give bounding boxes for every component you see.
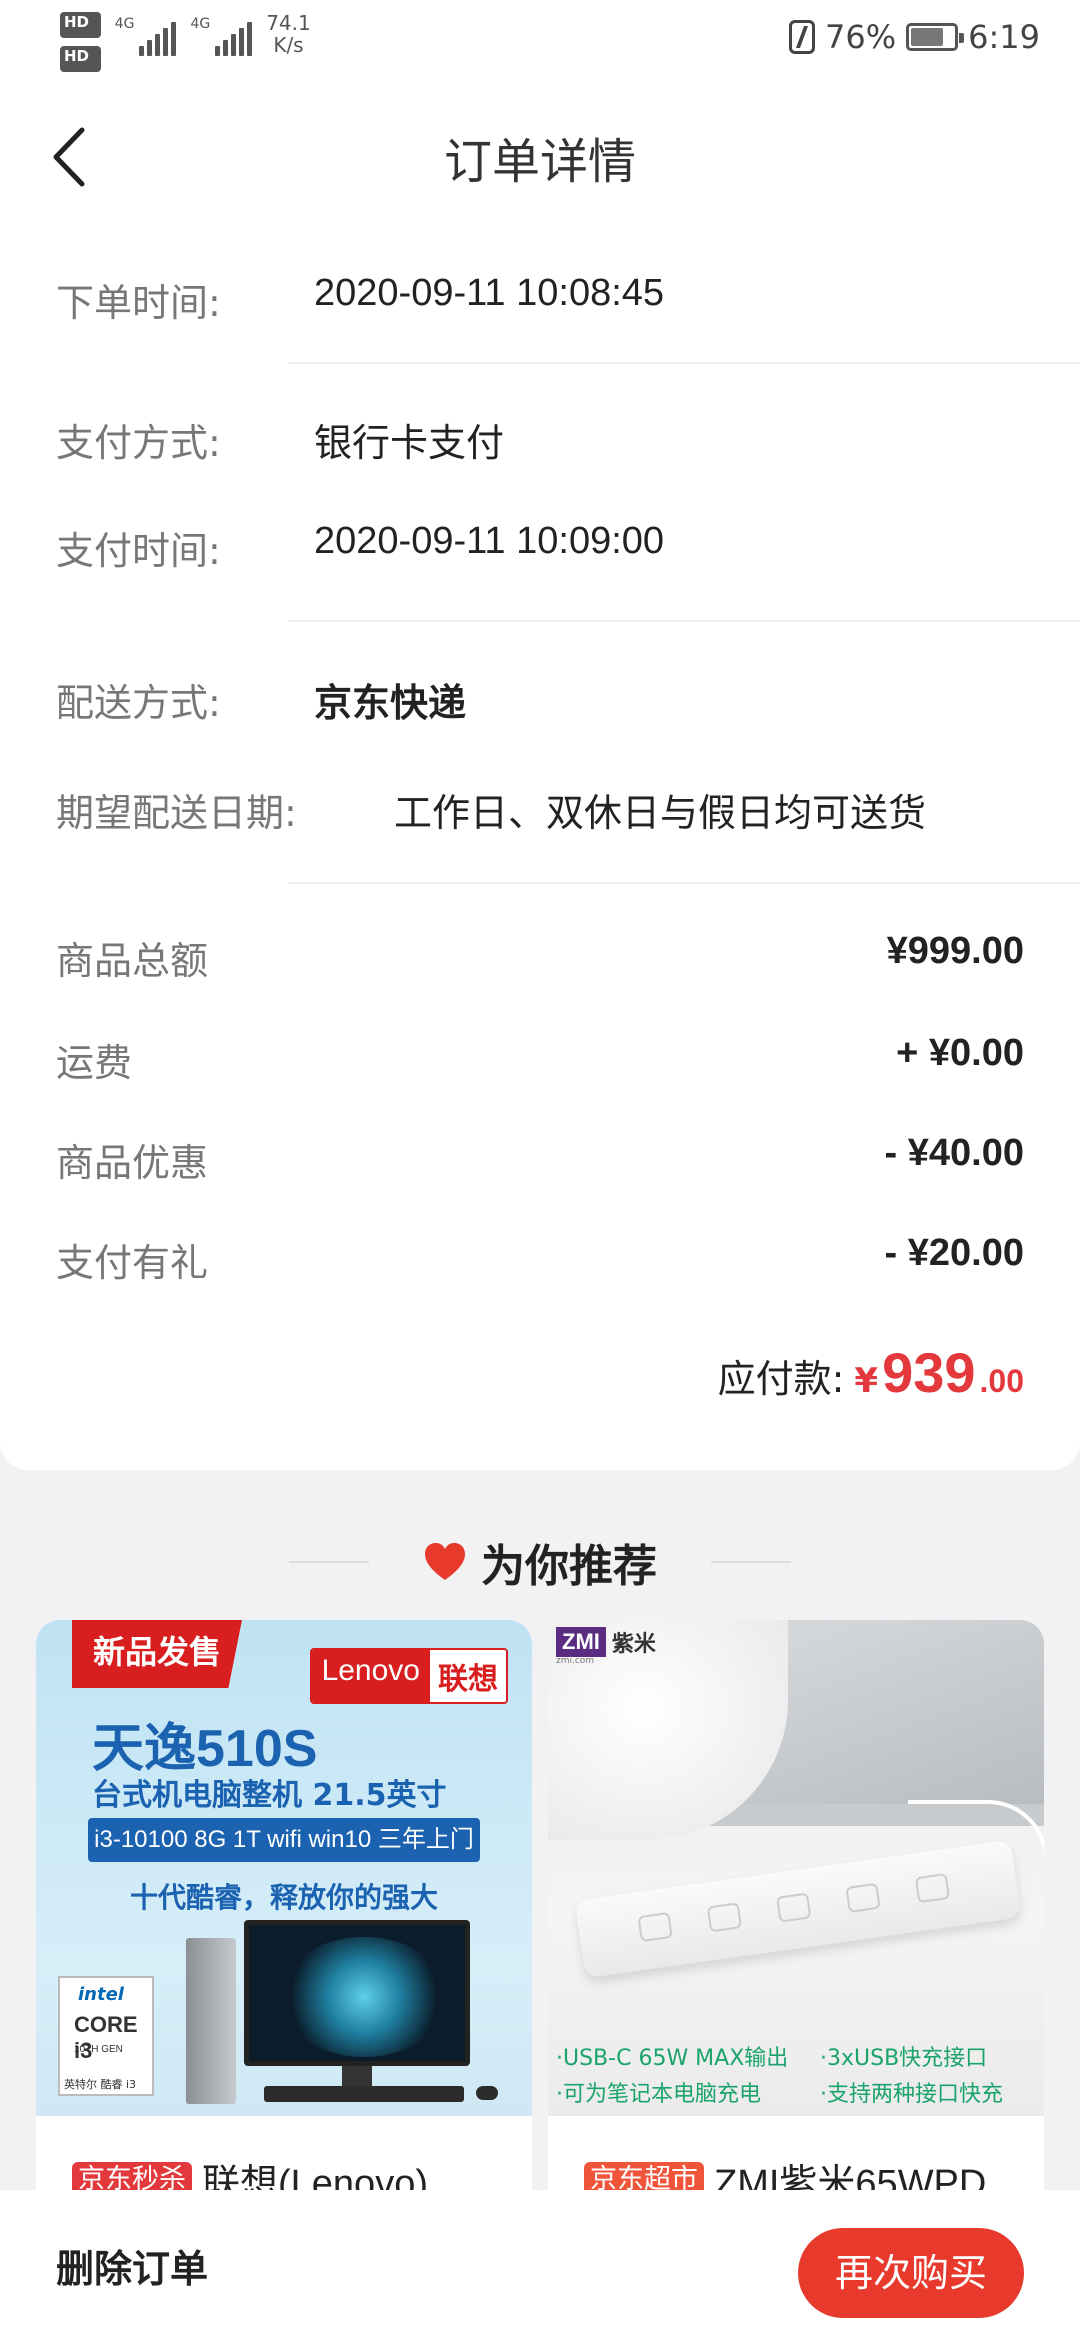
signal-1-icon: 4G: [115, 16, 177, 56]
divider: [288, 362, 1080, 364]
discount-value: - ¥40.00: [884, 1132, 1024, 1174]
delivery-date-value: 工作日、双休日与假日均可送货: [394, 793, 927, 835]
total-label: 应付款:: [717, 1357, 845, 1401]
hd-indicators: HD1 HD2: [60, 12, 101, 72]
signal-2-icon: 4G: [190, 16, 253, 56]
zmi-logo: ZMI 紫米 zmi.com: [556, 1627, 656, 1666]
bottom-action-bar: 删除订单 再次购买: [0, 2190, 1080, 2340]
shipping-label: 运费: [56, 1041, 133, 1085]
power-strip-image: [574, 1839, 1022, 1979]
product-image: 新品发售 Lenovo 联想 天逸510S 台式机电脑整机 21.5英寸 i3-…: [36, 1620, 532, 2116]
total-decimal: .00: [979, 1363, 1024, 1399]
product-card-lenovo[interactable]: 新品发售 Lenovo 联想 天逸510S 台式机电脑整机 21.5英寸 i3-…: [36, 1620, 532, 2220]
pay-gift-label: 支付有礼: [56, 1241, 209, 1285]
network-speed: 74.1 K/s: [266, 11, 311, 57]
divider: [288, 882, 1080, 884]
shipping-value: + ¥0.00: [896, 1032, 1024, 1074]
divider: [288, 620, 1080, 622]
divider: [289, 1561, 369, 1563]
product-slogan: 十代酷睿，释放你的强大: [129, 1881, 438, 1914]
recommend-header: 为你推荐: [0, 1530, 1080, 1594]
status-right: 76% 6:19: [789, 18, 1040, 56]
order-time-value: 2020-09-11 10:08:45: [314, 272, 665, 314]
pay-method-value: 银行卡支付: [314, 423, 505, 465]
order-time-label: 下单时间:: [56, 281, 221, 325]
total-payable: 应付款: ¥ 939 .00: [718, 1340, 1024, 1405]
product-subtitle: 台式机电脑整机 21.5英寸: [92, 1778, 447, 1813]
delete-order-button[interactable]: 删除订单: [56, 2238, 208, 2293]
battery-icon: [906, 23, 965, 51]
pay-time-value: 2020-09-11 10:09:00: [314, 520, 665, 562]
monitor-image: [244, 1920, 470, 2066]
discount-label: 商品优惠: [56, 1141, 209, 1185]
product-card-zmi[interactable]: ZMI 紫米 zmi.com ·USB-C 65W MAX输出 ·3xUSB快充…: [548, 1620, 1044, 2220]
clock: 6:19: [968, 18, 1040, 56]
pay-time-label: 支付时间:: [56, 529, 221, 573]
pay-gift-value: - ¥20.00: [884, 1232, 1024, 1274]
delivery-method-label: 配送方式:: [56, 681, 221, 725]
pc-tower-image: [186, 1938, 236, 2104]
product-spec: i3-10100 8G 1T wifi win10 三年上门: [88, 1818, 480, 1862]
recommend-title: 为你推荐: [481, 1541, 657, 1592]
nfc-icon: [789, 20, 816, 54]
page-title: 订单详情: [443, 134, 636, 190]
lenovo-logo: Lenovo 联想: [309, 1648, 508, 1704]
feature-text: ·3xUSB快充接口: [820, 2046, 988, 2071]
delivery-date-label: 期望配送日期:: [56, 791, 297, 835]
divider: [711, 1561, 791, 1563]
product-image: ZMI 紫米 zmi.com ·USB-C 65W MAX输出 ·3xUSB快充…: [548, 1620, 1044, 2116]
delivery-method-value: 京东快递: [314, 683, 467, 725]
keyboard-image: [264, 2086, 464, 2102]
status-left: HD1 HD2 4G 4G 74.1 K/s: [60, 12, 311, 72]
total-currency: ¥: [854, 1361, 879, 1401]
hd1-icon: HD1: [60, 12, 101, 38]
feature-text: ·USB-C 65W MAX输出: [556, 2046, 789, 2071]
order-detail-card: 下单时间: 2020-09-11 10:08:45 支付方式: 银行卡支付 支付…: [0, 230, 1080, 1470]
hd2-icon: HD2: [60, 46, 101, 72]
mouse-image: [476, 2086, 498, 2100]
battery-percent: 76%: [825, 18, 897, 56]
feature-text: ·支持两种接口快充: [820, 2082, 1003, 2107]
heart-icon: [425, 1543, 465, 1580]
monitor-stand: [342, 2066, 372, 2088]
total-integer: 939: [882, 1341, 976, 1404]
pay-method-label: 支付方式:: [56, 421, 221, 465]
status-bar: HD1 HD2 4G 4G 74.1 K/s 76% 6:19: [0, 0, 1080, 80]
subtotal-label: 商品总额: [56, 939, 209, 983]
intel-badge: intel CORE i3 10TH GEN 英特尔 酷睿 i3: [58, 1976, 154, 2096]
new-release-badge: 新品发售: [72, 1620, 242, 1688]
subtotal-value: ¥999.00: [886, 930, 1024, 972]
feature-text: ·可为笔记本电脑充电: [556, 2082, 761, 2107]
page-header: 订单详情: [0, 80, 1080, 230]
buy-again-button[interactable]: 再次购买: [798, 2228, 1024, 2318]
